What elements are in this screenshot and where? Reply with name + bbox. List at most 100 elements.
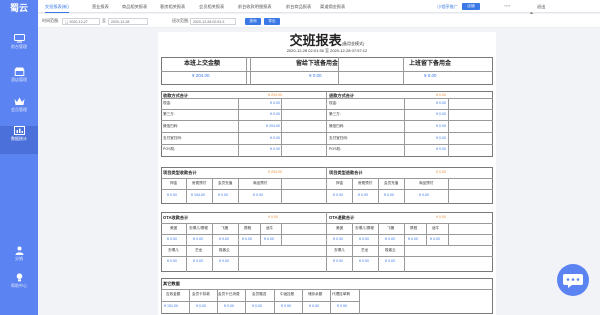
item-value: ¥ 0.00 xyxy=(333,193,343,197)
search-button[interactable]: 查询 xyxy=(245,18,261,25)
collect-row-label: 支付宝扫码: xyxy=(163,136,182,140)
refund-row-value: ¥ 0.00 xyxy=(436,136,446,140)
ota-header: 极客云 xyxy=(219,248,230,252)
other-value: ¥ 0.00 xyxy=(224,304,234,308)
tab-member-report[interactable]: 会员相关报表 xyxy=(199,0,224,13)
store-button[interactable]: 店铺 xyxy=(462,3,480,10)
date-start-input[interactable]: ▢ 2020-12-27 xyxy=(62,18,100,25)
other-header: 代理挂单剩 xyxy=(332,292,350,296)
tab-collection-detail[interactable]: 前台收款明细报表 xyxy=(238,0,272,13)
ota-value: ¥ 0.00 xyxy=(385,259,395,263)
sidebar-item-member[interactable]: 会员管理 xyxy=(0,97,38,125)
other-data-box xyxy=(161,278,493,314)
refund-row-label: 微信扫码: xyxy=(329,124,345,128)
refund-row-label: 支付宝扫码: xyxy=(329,136,348,140)
item-header: 房费预付 xyxy=(358,181,373,185)
item-header: 房费预付 xyxy=(192,181,207,185)
ota-value: ¥ 0.00 xyxy=(167,259,177,263)
item-collect-total: ¥ 204.00 xyxy=(268,170,282,174)
chart-book-icon xyxy=(13,126,25,135)
refund-total: ¥ 0.00 xyxy=(436,93,446,97)
report-period: 2020-12-28 02:01:36 至 2020-12-28 07:57:1… xyxy=(286,48,368,53)
refund-row-value: ¥ 0.00 xyxy=(436,124,446,128)
crown-icon xyxy=(14,97,24,105)
logout-link[interactable]: 退出 xyxy=(537,0,545,13)
sidebar-item-hotel[interactable]: 酒店管理 xyxy=(0,67,38,95)
summary-label: 本班上交金额 xyxy=(184,61,221,67)
ota-header: 飞猪 xyxy=(221,226,229,230)
user-icon xyxy=(15,246,23,255)
ota-header: 极客云 xyxy=(385,248,396,252)
other-header: 储存余额 xyxy=(308,292,323,296)
refund-row-label: 现金: xyxy=(329,101,338,105)
other-value: ¥ 0.00 xyxy=(309,304,319,308)
item-value: ¥ 194.00 xyxy=(191,193,205,197)
tab-room-report[interactable]: 客房相关报表 xyxy=(160,0,185,13)
summary-label: 留给下班备用金 xyxy=(296,61,339,67)
sidebar-item-help[interactable]: 帮助中心 xyxy=(0,273,38,301)
sidebar-item-statistics[interactable]: 数据统计 xyxy=(0,126,38,154)
ota-header: 去哪儿/携程 xyxy=(189,226,208,230)
date-end-value: 2020-12-28 xyxy=(111,20,130,24)
shift-range-select[interactable]: 2020-12-28 02:51:3 xyxy=(190,18,236,25)
app-root: 蜀云 前台管理 酒店管理 会员管理 数据统计 分销 帮助中心 交班报表(新) 营… xyxy=(0,0,600,315)
mini-program-link[interactable]: 小程序推广 xyxy=(437,0,458,13)
ota-header: 飞猪 xyxy=(387,226,395,230)
tab-frontdesk-goods[interactable]: 前台商品报表 xyxy=(286,0,311,13)
item-value: ¥ 0.00 xyxy=(384,193,394,197)
filter-bar: 时间范围: ▢ 2020-12-27 至 2020-12-28 班次范围: 20… xyxy=(38,14,600,28)
tab-channel-commission[interactable]: 渠道佣金报表 xyxy=(320,0,345,13)
item-header: 押金 xyxy=(336,181,344,185)
sidebar-item-distribution[interactable]: 分销 xyxy=(0,246,38,274)
date-end-input[interactable]: 2020-12-28 xyxy=(108,18,148,25)
ota-value: ¥ 0.00 xyxy=(193,237,203,241)
ota-value: ¥ 0.00 xyxy=(333,259,343,263)
collect-row-label: 微信扫码: xyxy=(163,124,179,128)
refund-row-value: ¥ 0.00 xyxy=(436,112,446,116)
other-title: 其它数据 xyxy=(163,281,180,286)
tab-goods-report[interactable]: 商品相关报表 xyxy=(122,0,147,13)
other-value: ¥ 0.00 xyxy=(196,304,206,308)
item-refund-title: 项目类型退款合计 xyxy=(329,170,363,175)
other-value: ¥ 0.00 xyxy=(281,304,291,308)
ota-value: ¥ 0.00 xyxy=(430,237,440,241)
ota-value: ¥ 0.00 xyxy=(167,237,177,241)
item-value: ¥ 0.00 xyxy=(167,193,177,197)
ota-header: 携程 xyxy=(410,226,418,230)
collect-row-value: ¥ 0.00 xyxy=(270,101,280,105)
ota-header: 途牛 xyxy=(432,226,440,230)
bulb-icon xyxy=(16,273,22,282)
item-header: 会员充值 xyxy=(384,181,399,185)
ota-value: ¥ 0.00 xyxy=(242,237,252,241)
item-value: ¥ 0.00 xyxy=(358,193,368,197)
collect-title: 收款方式合计 xyxy=(163,93,189,98)
tab-business-report[interactable]: 营业报表 xyxy=(92,0,109,13)
summary-label: 上班留下备用金 xyxy=(409,61,452,67)
ota-value: ¥ 0.00 xyxy=(359,237,369,241)
other-header: 会员赠送 xyxy=(252,292,267,296)
item-collect-title: 项目类型收款合计 xyxy=(163,170,197,175)
item-value: ¥ 0.00 xyxy=(253,193,263,197)
collect-row-value: ¥ 0.00 xyxy=(270,147,280,151)
collect-row-value: ¥ 0.00 xyxy=(270,112,280,116)
item-header: 会员充值 xyxy=(218,181,233,185)
tab-shift-report[interactable]: 交班报表(新) xyxy=(45,0,69,13)
sidebar-item-frontdesk[interactable]: 前台管理 xyxy=(0,34,38,62)
export-button[interactable]: 导出 xyxy=(264,18,280,25)
ota-collect-total: ¥ 0.00 xyxy=(268,215,278,219)
sidebar-item-label: 分销 xyxy=(15,256,23,261)
ota-header: 艺龙 xyxy=(195,248,203,252)
top-tab-bar: 交班报表(新) 营业报表 商品相关报表 客房相关报表 会员相关报表 前台收款明细… xyxy=(38,0,600,17)
refund-row-value: ¥ 0.00 xyxy=(436,147,446,151)
monitor-icon xyxy=(13,34,25,43)
chat-support-button[interactable] xyxy=(557,264,589,296)
ota-box xyxy=(161,212,493,272)
other-header: 应收金额 xyxy=(166,292,181,296)
collect-row-value: ¥ 0.00 xyxy=(270,136,280,140)
report-mode: (备用金模式) xyxy=(341,41,365,46)
ota-header: 美团 xyxy=(336,226,344,230)
item-refund-total: ¥ 0.00 xyxy=(436,170,446,174)
collect-total: ¥ 204.00 xyxy=(268,93,282,97)
sidebar-item-label: 前台管理 xyxy=(11,44,27,49)
item-value: ¥ 0.00 xyxy=(218,193,228,197)
